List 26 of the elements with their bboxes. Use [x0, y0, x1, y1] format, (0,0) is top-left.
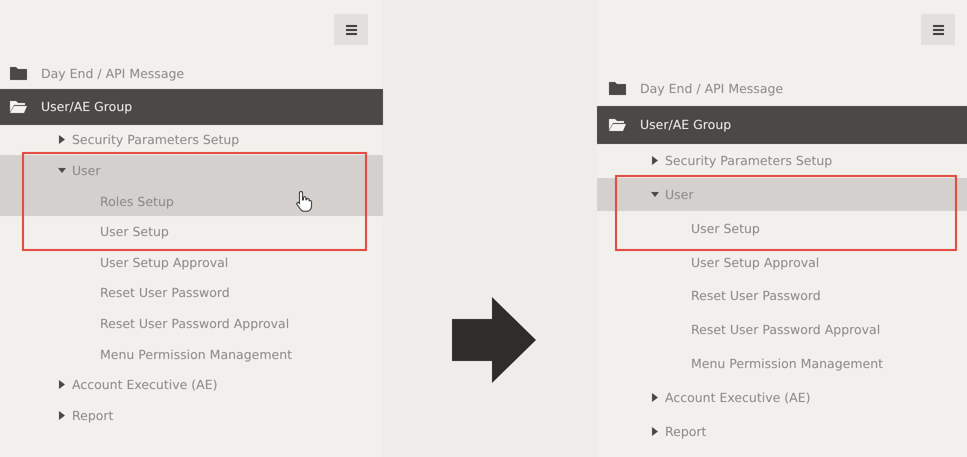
menu-item[interactable]: User Setup: [597, 211, 967, 246]
menu-item[interactable]: Account Executive (AE): [597, 380, 967, 414]
menu-item[interactable]: Day End / API Message: [0, 58, 383, 89]
menu-item[interactable]: Reset User Password: [0, 278, 383, 308]
menu-icon[interactable]: [334, 14, 368, 45]
menu-item[interactable]: Reset User Password Approval: [0, 308, 383, 339]
menu-item[interactable]: User Setup Approval: [597, 245, 967, 279]
menu-item[interactable]: Reset User Password: [597, 278, 967, 313]
menu-item[interactable]: Report: [0, 400, 383, 431]
menu-item[interactable]: User/AE Group: [0, 88, 383, 125]
menu-icon[interactable]: [921, 14, 955, 45]
menu-item[interactable]: Security Parameters Setup: [597, 144, 967, 178]
menu-item[interactable]: Report: [597, 414, 967, 448]
menu-item[interactable]: Account Executive (AE): [0, 369, 383, 400]
menu-item[interactable]: Day End / API Message: [597, 72, 967, 106]
menu-item[interactable]: Security Parameters Setup: [0, 124, 383, 156]
menu-item[interactable]: Reset User Password Approval: [597, 312, 967, 347]
menu-item[interactable]: User: [597, 178, 967, 212]
menu-item[interactable]: Menu Permission Management: [597, 346, 967, 380]
menu-item[interactable]: User Setup Approval: [0, 246, 383, 278]
arrow-icon: [452, 297, 536, 383]
menu-item[interactable]: User: [0, 155, 383, 186]
menu-item[interactable]: User Setup: [0, 216, 383, 247]
menu-item[interactable]: Roles Setup: [0, 186, 383, 216]
menu-item[interactable]: Menu Permission Management: [0, 338, 383, 370]
menu-item[interactable]: User/AE Group: [597, 106, 967, 144]
